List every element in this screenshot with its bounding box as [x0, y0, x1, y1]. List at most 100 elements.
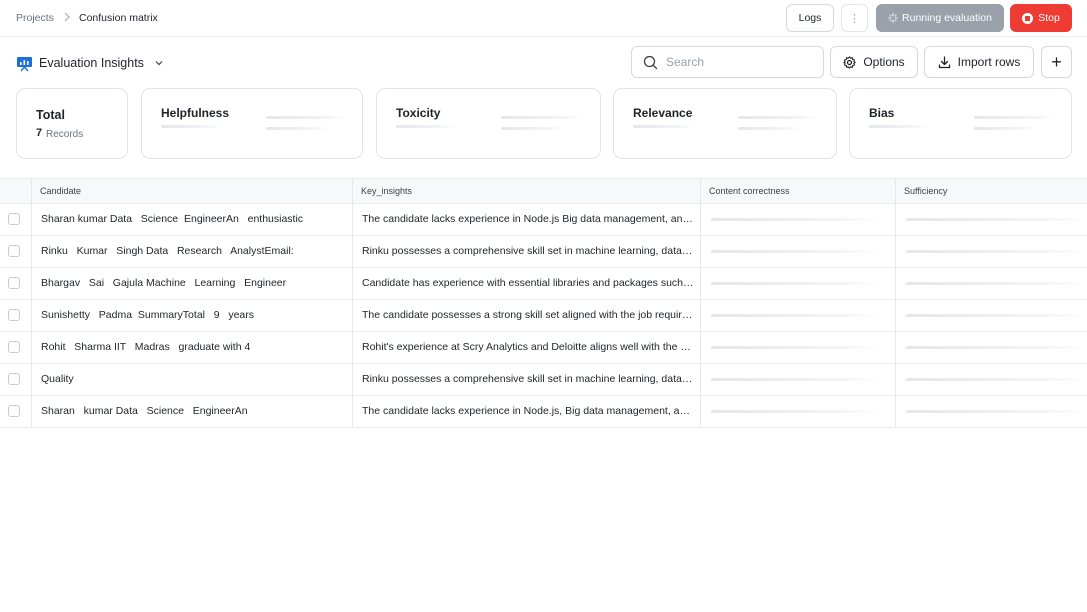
- metric-card-bias: Bias: [849, 88, 1072, 159]
- total-unit: Records: [46, 129, 84, 140]
- candidate-cell: Rinku Kumar Singh Data Research AnalystE…: [41, 245, 294, 257]
- row-checkbox[interactable]: [8, 405, 20, 417]
- column-header-candidate[interactable]: Candidate: [40, 186, 81, 196]
- evaluation-insights-title: Evaluation Insights: [39, 56, 144, 70]
- loading-skeleton: [633, 125, 693, 128]
- search-icon: [643, 55, 658, 69]
- loading-skeleton: [906, 282, 1087, 285]
- loading-skeleton: [711, 282, 881, 285]
- loading-skeleton: [906, 250, 1087, 253]
- loading-skeleton: [711, 346, 881, 349]
- running-evaluation-button[interactable]: Running evaluation: [876, 4, 1004, 32]
- loading-skeleton: [711, 378, 881, 381]
- table-row[interactable]: Sharan kumar Data Science EngineerAn ent…: [0, 204, 1087, 236]
- metric-title: Helpfulness: [161, 106, 230, 120]
- column-header-content-correctness[interactable]: Content correctness: [709, 186, 790, 196]
- key-insights-cell: Rohit's experience at Scry Analytics and…: [362, 341, 694, 353]
- candidate-cell: Quality: [41, 373, 74, 385]
- logs-label: Logs: [798, 12, 822, 24]
- kebab-icon: ⋮: [849, 12, 860, 25]
- evaluation-insights-selector[interactable]: Evaluation Insights: [16, 53, 164, 73]
- table-row[interactable]: Bhargav Sai Gajula Machine Learning Engi…: [0, 268, 1087, 300]
- loading-skeleton: [266, 116, 348, 119]
- loading-skeleton: [974, 127, 1036, 130]
- spinner-icon: [888, 13, 898, 23]
- loading-skeleton: [711, 410, 881, 413]
- row-checkbox[interactable]: [8, 213, 20, 225]
- row-checkbox[interactable]: [8, 277, 20, 289]
- key-insights-cell: The candidate lacks experience in Node.j…: [362, 213, 694, 225]
- breadcrumb-projects[interactable]: Projects: [16, 12, 54, 24]
- table-row[interactable]: Sunishetty Padma SummaryTotal 9 years Th…: [0, 300, 1087, 332]
- candidate-cell: Sharan kumar Data Science EngineerAn: [41, 405, 248, 417]
- stop-icon: [1022, 12, 1034, 24]
- search-box[interactable]: [631, 46, 824, 78]
- row-checkbox[interactable]: [8, 373, 20, 385]
- loading-skeleton: [711, 218, 881, 221]
- loading-skeleton: [974, 116, 1056, 119]
- key-insights-cell: Rinku possesses a comprehensive skill se…: [362, 245, 694, 257]
- search-input[interactable]: [666, 55, 806, 69]
- loading-skeleton: [396, 125, 456, 128]
- loading-skeleton: [906, 378, 1087, 381]
- metric-card-relevance: Relevance: [613, 88, 837, 159]
- top-bar: Projects Confusion matrix Logs ⋮ Running…: [0, 0, 1087, 37]
- breadcrumb-chevron-icon: [63, 11, 71, 25]
- metric-card-helpfulness: Helpfulness: [141, 88, 363, 159]
- stop-label: Stop: [1038, 12, 1060, 24]
- add-button[interactable]: +: [1041, 46, 1072, 78]
- loading-skeleton: [738, 116, 820, 119]
- table-row[interactable]: Rinku Kumar Singh Data Research AnalystE…: [0, 236, 1087, 268]
- loading-skeleton: [711, 250, 881, 253]
- loading-skeleton: [501, 127, 563, 130]
- download-icon: [938, 55, 950, 68]
- gear-icon: [843, 55, 857, 69]
- stop-button[interactable]: Stop: [1010, 4, 1072, 32]
- table-header: Candidate Key_insights Content correctne…: [0, 178, 1087, 204]
- loading-skeleton: [711, 314, 881, 317]
- total-title: Total: [36, 108, 65, 122]
- logs-button[interactable]: Logs: [786, 4, 834, 32]
- row-checkbox[interactable]: [8, 341, 20, 353]
- chevron-down-icon: [155, 61, 163, 66]
- breadcrumb-current: Confusion matrix: [79, 12, 158, 24]
- table-row[interactable]: Quality Rinku possesses a comprehensive …: [0, 364, 1087, 396]
- loading-skeleton: [738, 127, 800, 130]
- import-rows-button[interactable]: Import rows: [924, 46, 1034, 78]
- candidate-cell: Sunishetty Padma SummaryTotal 9 years: [41, 309, 255, 321]
- total-count: 7: [36, 127, 43, 139]
- key-insights-cell: The candidate lacks experience in Node.j…: [362, 405, 694, 417]
- loading-skeleton: [501, 116, 583, 119]
- column-header-sufficiency[interactable]: Sufficiency: [904, 186, 947, 196]
- more-options-button[interactable]: ⋮: [841, 4, 868, 32]
- row-checkbox[interactable]: [8, 309, 20, 321]
- key-insights-cell: The candidate possesses a strong skill s…: [362, 309, 694, 321]
- metric-card-toxicity: Toxicity: [376, 88, 601, 159]
- metric-title: Bias: [869, 106, 895, 120]
- loading-skeleton: [906, 314, 1087, 317]
- running-label: Running evaluation: [902, 12, 992, 24]
- total-records-card: Total 7 Records: [16, 88, 128, 159]
- metric-title: Toxicity: [396, 106, 441, 120]
- key-insights-cell: Rinku possesses a comprehensive skill se…: [362, 373, 694, 385]
- row-checkbox[interactable]: [8, 245, 20, 257]
- loading-skeleton: [869, 125, 929, 128]
- table-row[interactable]: Sharan kumar Data Science EngineerAn The…: [0, 396, 1087, 428]
- plus-icon: +: [1051, 51, 1062, 72]
- import-rows-label: Import rows: [957, 55, 1021, 69]
- loading-skeleton: [906, 346, 1087, 349]
- options-label: Options: [863, 55, 905, 69]
- loading-skeleton: [906, 218, 1087, 221]
- candidate-cell: Bhargav Sai Gajula Machine Learning Engi…: [41, 277, 287, 289]
- loading-skeleton: [266, 127, 328, 130]
- loading-skeleton: [161, 125, 221, 128]
- candidate-cell: Rohit Sharma IIT Madras graduate with 4: [41, 341, 251, 353]
- metric-title: Relevance: [633, 106, 693, 120]
- table-row[interactable]: Rohit Sharma IIT Madras graduate with 4 …: [0, 332, 1087, 364]
- key-insights-cell: Candidate has experience with essential …: [362, 277, 694, 289]
- candidate-cell: Sharan kumar Data Science EngineerAn ent…: [41, 213, 304, 225]
- loading-skeleton: [906, 410, 1087, 413]
- column-header-key-insights[interactable]: Key_insights: [361, 186, 412, 196]
- options-button[interactable]: Options: [830, 46, 918, 78]
- presentation-chart-icon: [17, 56, 32, 71]
